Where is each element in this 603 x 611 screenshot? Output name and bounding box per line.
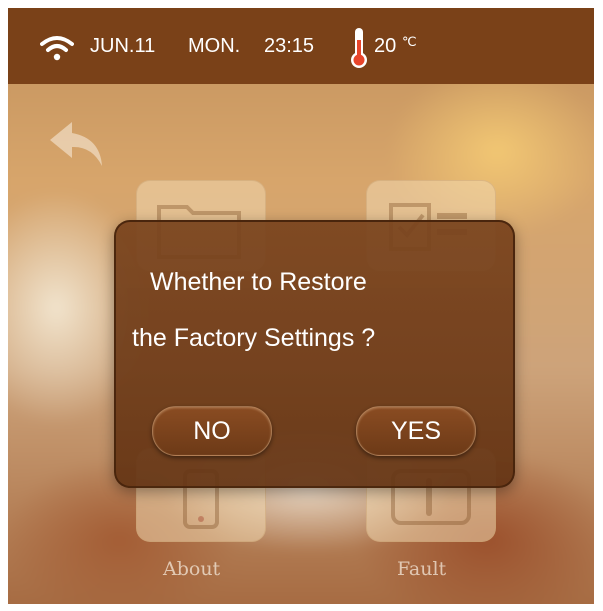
yes-button[interactable]: YES bbox=[356, 406, 476, 456]
dialog-message-line2: the Factory Settings ? bbox=[132, 324, 376, 352]
status-date: JUN.11 bbox=[90, 35, 156, 57]
no-button[interactable]: NO bbox=[152, 406, 272, 456]
temperature-unit: ℃ bbox=[402, 34, 417, 49]
back-arrow-icon[interactable] bbox=[44, 116, 108, 170]
fault-label: Fault bbox=[397, 558, 447, 580]
status-temperature: 20 bbox=[374, 35, 397, 57]
wifi-icon bbox=[40, 36, 74, 61]
status-bar: JUN.11 MON. 23:15 20 ℃ bbox=[8, 8, 594, 84]
thermometer-icon bbox=[351, 28, 367, 68]
about-label: About bbox=[163, 558, 221, 580]
screen: JUN.11 MON. 23:15 20 ℃ About Fault Wheth… bbox=[8, 8, 594, 604]
dialog-message-line1: Whether to Restore bbox=[150, 268, 367, 296]
status-day: MON. bbox=[188, 35, 241, 57]
status-time: 23:15 bbox=[264, 35, 315, 57]
restore-factory-dialog: Whether to Restore the Factory Settings … bbox=[114, 220, 515, 488]
